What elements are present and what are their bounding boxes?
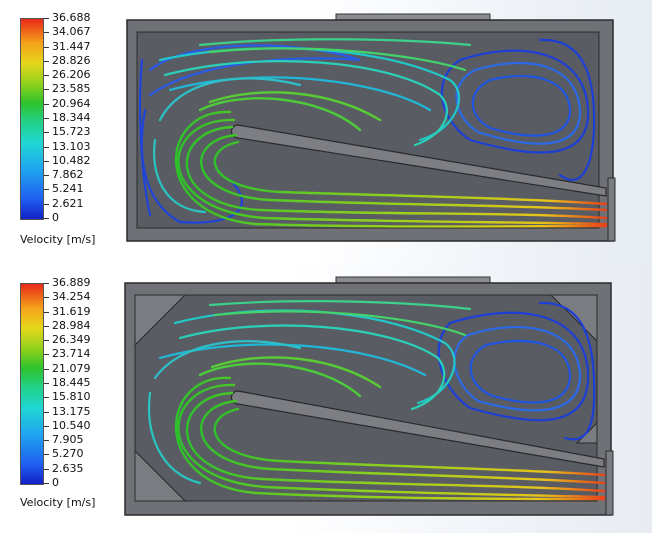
legend-title: Velocity [m/s]	[20, 496, 96, 509]
outlet-wall	[607, 177, 616, 242]
color-scale-bar	[20, 283, 44, 485]
color-scale-bar	[20, 18, 44, 220]
tick-mark	[44, 147, 49, 148]
tick-mark	[44, 312, 49, 313]
tick-label: 26.206	[52, 68, 91, 81]
tick-label: 15.723	[52, 125, 91, 138]
tick-label: 21.079	[52, 362, 91, 375]
tick-mark	[44, 89, 49, 90]
tick-label: 31.447	[52, 40, 91, 53]
tick-mark	[44, 383, 49, 384]
tick-mark	[44, 297, 49, 298]
tick-label: 23.714	[52, 347, 91, 360]
tick-mark	[44, 218, 49, 219]
tick-mark	[44, 397, 49, 398]
tick-label: 7.862	[52, 168, 84, 181]
tick-mark	[44, 61, 49, 62]
tick-mark	[44, 204, 49, 205]
tick-mark	[44, 426, 49, 427]
tick-mark	[44, 412, 49, 413]
flow-trajectory-plot	[124, 276, 614, 516]
tick-label: 28.826	[52, 54, 91, 67]
tick-label: 28.984	[52, 319, 91, 332]
tick-label: 0	[52, 476, 59, 489]
tick-label: 36.688	[52, 11, 91, 24]
tick-mark	[44, 469, 49, 470]
tick-mark	[44, 118, 49, 119]
tick-mark	[44, 161, 49, 162]
tick-label: 13.175	[52, 405, 91, 418]
tick-mark	[44, 440, 49, 441]
tick-label: 18.344	[52, 111, 91, 124]
tick-label: 5.241	[52, 182, 84, 195]
outlet-wall	[605, 450, 614, 516]
tick-mark	[44, 132, 49, 133]
tick-label: 20.964	[52, 97, 91, 110]
tick-mark	[44, 189, 49, 190]
tick-label: 23.585	[52, 82, 91, 95]
flow-trajectory-plot	[126, 13, 616, 242]
tick-mark	[44, 18, 49, 19]
tick-label: 34.067	[52, 25, 91, 38]
tick-mark	[44, 75, 49, 76]
tick-label: 34.254	[52, 290, 91, 303]
tick-label: 2.621	[52, 197, 84, 210]
tick-mark	[44, 326, 49, 327]
tick-label: 13.103	[52, 140, 91, 153]
flow-cavity	[136, 31, 600, 229]
simulation-panel-top: 36.688 34.067 31.447 28.826 26.206 23.58…	[0, 0, 652, 263]
tick-label: 15.810	[52, 390, 91, 403]
tick-label: 31.619	[52, 305, 91, 318]
tick-label: 5.270	[52, 447, 84, 460]
tick-mark	[44, 175, 49, 176]
tick-mark	[44, 369, 49, 370]
lid-plate	[335, 13, 491, 21]
tick-label: 10.482	[52, 154, 91, 167]
legend-title: Velocity [m/s]	[20, 233, 96, 246]
tick-mark	[44, 340, 49, 341]
tick-label: 7.905	[52, 433, 84, 446]
tick-label: 18.445	[52, 376, 91, 389]
tick-mark	[44, 454, 49, 455]
tick-label: 0	[52, 211, 59, 224]
tick-label: 2.635	[52, 462, 84, 475]
tick-mark	[44, 32, 49, 33]
tick-label: 10.540	[52, 419, 91, 432]
lid-plate	[335, 276, 491, 284]
tick-label: 36.889	[52, 276, 91, 289]
tick-label: 26.349	[52, 333, 91, 346]
tick-mark	[44, 354, 49, 355]
tick-mark	[44, 283, 49, 284]
tick-mark	[44, 483, 49, 484]
tick-mark	[44, 104, 49, 105]
tick-mark	[44, 47, 49, 48]
simulation-panel-bottom: 36.889 34.254 31.619 28.984 26.349 23.71…	[0, 263, 652, 533]
